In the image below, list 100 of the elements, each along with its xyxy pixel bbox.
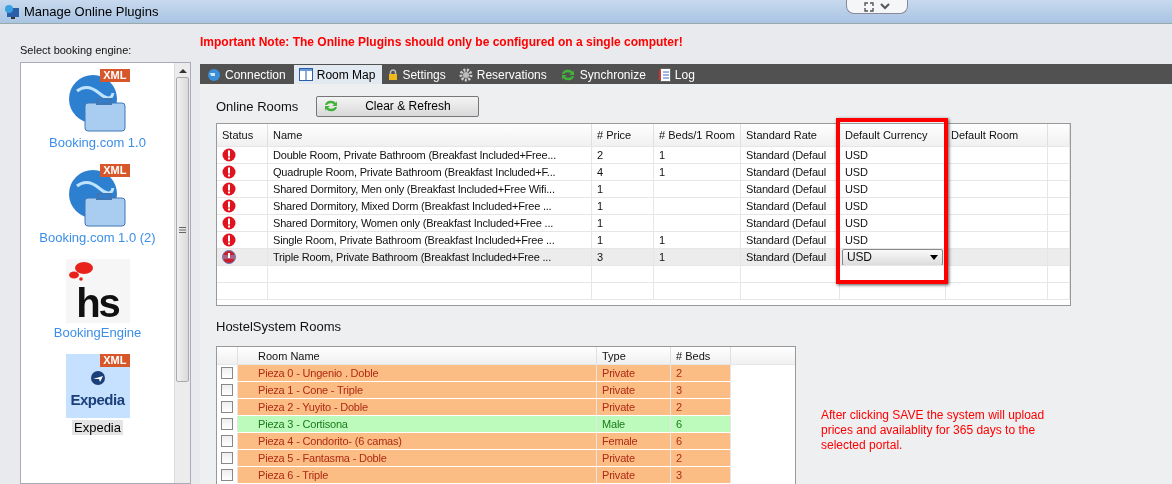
column-header[interactable]: # Beds/1 Room xyxy=(654,124,741,146)
table-cell: Pieza 5 - Fantasma - Doble xyxy=(253,450,597,466)
table-cell: Double Room, Private Bathroom (Breakfast Included+Free... xyxy=(268,147,592,163)
error-icon xyxy=(222,216,236,230)
table-cell: 6 xyxy=(671,416,731,432)
plane-icon xyxy=(90,371,105,385)
row-checkbox[interactable] xyxy=(221,384,233,396)
table-cell: Private xyxy=(597,467,671,483)
table-cell: Single Room, Private Bathroom (Breakfast Included+Free ... xyxy=(268,232,592,248)
table-cell: 4 xyxy=(592,164,654,180)
table-cell: USD xyxy=(840,164,946,180)
table-cell: Male xyxy=(597,416,671,432)
table-cell: Standard (Defaul xyxy=(741,215,840,231)
table-cell: 2 xyxy=(671,365,731,381)
table-cell: 1 xyxy=(592,232,654,248)
column-header[interactable]: Room Name xyxy=(253,347,597,364)
error-icon xyxy=(222,182,236,196)
xml-badge: XML xyxy=(100,164,130,177)
window-title: Manage Online Plugins xyxy=(24,4,159,19)
section-title: HostelSystem Rooms xyxy=(216,318,341,334)
expand-icon xyxy=(864,1,874,12)
columns-icon xyxy=(298,68,313,81)
table-cell: Private xyxy=(597,365,671,381)
gear-icon xyxy=(458,67,473,82)
sidebar-label: Select booking engine: xyxy=(20,44,133,56)
currency-dropdown[interactable]: USD xyxy=(842,249,943,265)
column-header[interactable]: Default Room xyxy=(946,124,1048,146)
chevron-down-icon xyxy=(880,3,890,10)
table-cell: 1 xyxy=(592,215,654,231)
table-cell: Shared Dormitory, Mixed Dorm (Breakfast Included+Free ... xyxy=(268,198,592,214)
lock-icon xyxy=(388,68,399,81)
table-cell: 1 xyxy=(654,147,741,163)
table-cell: USD xyxy=(840,181,946,197)
column-header[interactable]: Status xyxy=(217,124,268,146)
globe-briefcase-icon xyxy=(66,168,129,228)
scrollbar[interactable] xyxy=(174,63,190,483)
table-cell: Pieza 3 - Cortisona xyxy=(253,416,597,432)
row-checkbox[interactable] xyxy=(221,469,233,481)
row-checkbox[interactable] xyxy=(221,418,233,430)
log-icon xyxy=(658,67,671,82)
column-header[interactable]: # Price xyxy=(592,124,654,146)
warning-icon xyxy=(222,250,236,264)
tab[interactable]: Connection xyxy=(202,65,293,84)
table-cell: Pieza 0 - Ungenio . Doble xyxy=(253,365,597,381)
row-checkbox[interactable] xyxy=(221,435,233,447)
table-cell: 6 xyxy=(671,433,731,449)
column-header[interactable]: Standard Rate xyxy=(741,124,840,146)
table-cell: Pieza 2 - Yuyito - Doble xyxy=(253,399,597,415)
table-cell: Standard (Defaul xyxy=(741,147,840,163)
save-note: After clicking SAVE the system will upload prices and availablity for 365 days to the selected portal. xyxy=(821,408,1046,453)
tab[interactable]: Settings xyxy=(383,65,453,84)
row-checkbox[interactable] xyxy=(221,401,233,413)
table-cell: Female xyxy=(597,433,671,449)
tab[interactable]: Synchronize xyxy=(554,65,653,84)
table-cell: 1 xyxy=(592,181,654,197)
sync-icon xyxy=(323,99,340,113)
table-cell: 1 xyxy=(592,198,654,214)
table-cell: 2 xyxy=(671,399,731,415)
table-cell: Shared Dormitory, Men only (Breakfast Included+Free Wifi... xyxy=(268,181,592,197)
error-icon xyxy=(222,148,236,162)
table-cell: Standard (Defaul xyxy=(741,232,840,248)
globe-briefcase-icon xyxy=(66,73,129,133)
snip-tab[interactable] xyxy=(846,0,908,14)
column-header[interactable]: Name xyxy=(268,124,592,146)
tab[interactable]: Room Map xyxy=(293,65,383,84)
engine-item[interactable]: Booking.com 1.0 (2) xyxy=(37,230,158,245)
scroll-thumb[interactable] xyxy=(176,77,189,382)
table-cell: Standard (Defaul xyxy=(741,198,840,214)
table-cell: USD xyxy=(840,198,946,214)
table-cell: USD xyxy=(840,147,946,163)
table-cell: Private xyxy=(597,399,671,415)
column-header[interactable]: Default Currency xyxy=(840,124,946,146)
engine-item[interactable]: Booking.com 1.0 xyxy=(47,135,148,150)
xml-badge: XML xyxy=(100,354,130,367)
row-checkbox[interactable] xyxy=(221,452,233,464)
table-cell: Pieza 6 - Triple xyxy=(253,467,597,483)
speech-bubbles-icon xyxy=(67,261,94,281)
row-checkbox[interactable] xyxy=(221,367,233,379)
tab[interactable]: Reservations xyxy=(453,65,554,84)
table-cell: Private xyxy=(597,450,671,466)
table-cell: Pieza 1 - Cone - Triple xyxy=(253,382,597,398)
table-cell: Standard (Defaul xyxy=(741,181,840,197)
table-cell: Standard (Defaul xyxy=(741,164,840,180)
table-cell: 2 xyxy=(592,147,654,163)
table-cell: Pieza 4 - Condorito- (6 camas) xyxy=(253,433,597,449)
clear-refresh-button[interactable]: Clear & Refresh xyxy=(316,95,480,117)
tab[interactable]: Log xyxy=(653,65,702,84)
sync-icon xyxy=(559,67,576,82)
column-header[interactable]: Type xyxy=(597,347,671,364)
table-cell: 1 xyxy=(654,249,741,265)
table-cell: 3 xyxy=(671,382,731,398)
column-header[interactable]: # Beds xyxy=(671,347,731,364)
table-cell: 1 xyxy=(654,232,741,248)
table-cell: 3 xyxy=(671,467,731,483)
engine-item[interactable]: Expedia xyxy=(72,420,123,435)
table-cell: Triple Room, Private Bathroom (Breakfast Included+Free ... xyxy=(268,249,592,265)
error-icon xyxy=(222,233,236,247)
table-cell: 3 xyxy=(592,249,654,265)
table-cell: Standard (Defaul xyxy=(741,249,840,265)
scroll-up-icon xyxy=(178,68,187,74)
